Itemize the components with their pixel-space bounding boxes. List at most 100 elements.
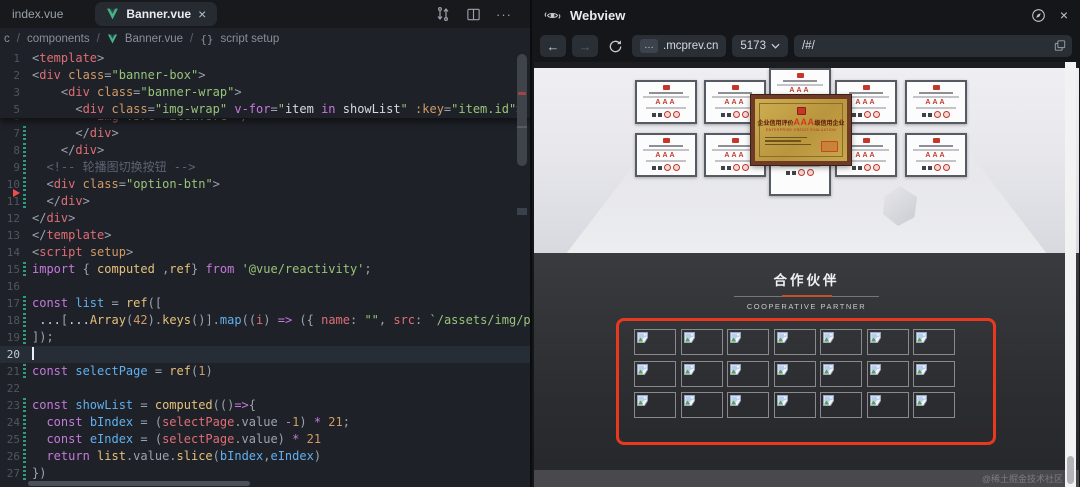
partner-logo-cell[interactable] <box>820 361 862 387</box>
plaque-title: 企业信用评价AAA级信用企业 <box>757 117 844 127</box>
line-number: 23 <box>0 397 20 414</box>
line-number: 7 <box>0 125 20 142</box>
git-modified-indicator <box>23 194 26 209</box>
page-scrollbar[interactable] <box>1065 62 1076 487</box>
partner-logo-cell[interactable] <box>913 361 955 387</box>
partner-logo-cell[interactable] <box>727 392 769 418</box>
host-chip[interactable]: … .mcprev.cn <box>632 35 726 57</box>
code-line[interactable]: 18 ...[...Array(42).keys()].map((i) => (… <box>0 312 530 329</box>
split-editor-icon[interactable] <box>466 7 481 22</box>
page-scrollbar-thumb[interactable] <box>1067 456 1074 484</box>
broken-image-icon <box>637 332 648 343</box>
port-selector[interactable]: 5173 <box>732 35 788 57</box>
webview-page: AAAAAAAAAAAAAAAAAAAAAAAAAAAAAA 企业信用评价AAA… <box>534 62 1079 487</box>
code-line[interactable]: 20 <box>0 346 530 363</box>
refresh-button[interactable] <box>604 35 626 57</box>
webview-header: Webview × <box>532 0 1080 30</box>
code-line[interactable]: 26 return list.value.slice(bIndex,eIndex… <box>0 448 530 465</box>
code-line[interactable]: 10 <div class="option-btn"> <box>0 176 530 193</box>
git-modified-indicator <box>23 160 26 175</box>
code-line[interactable]: 8 </div> <box>0 142 530 159</box>
git-modified-indicator <box>23 313 26 328</box>
close-tab-icon[interactable]: × <box>198 7 206 21</box>
more-actions-icon[interactable]: ··· <box>496 7 512 22</box>
path-input[interactable]: /#/ <box>794 35 1072 57</box>
code-line[interactable]: 24 const bIndex = (selectPage.value -1) … <box>0 414 530 431</box>
code-line[interactable]: 1<template> <box>0 50 530 67</box>
code-line[interactable]: 7 </div> <box>0 125 530 142</box>
certificate: AAA <box>635 80 697 124</box>
code-line[interactable]: 13</template> <box>0 227 530 244</box>
partner-logo-cell[interactable] <box>913 329 955 355</box>
partner-logo-cell[interactable] <box>867 329 909 355</box>
partner-logo-cell[interactable] <box>867 361 909 387</box>
line-number: 24 <box>0 414 20 431</box>
partner-logo-cell[interactable] <box>634 329 676 355</box>
copy-icon[interactable] <box>1054 39 1066 55</box>
git-modified-indicator <box>23 143 26 158</box>
partner-logo-cell[interactable] <box>681 329 723 355</box>
broken-image-icon <box>870 364 881 375</box>
broken-image-icon <box>730 395 741 406</box>
code-line[interactable]: 25 const eIndex = (selectPage.value) * 2… <box>0 431 530 448</box>
tab-banner-vue[interactable]: Banner.vue × <box>95 2 217 26</box>
overview-ruler-mark <box>517 208 527 215</box>
partner-logo-cell[interactable] <box>634 392 676 418</box>
code-line[interactable]: 14<script setup> <box>0 244 530 261</box>
back-button[interactable]: ← <box>540 35 566 57</box>
broken-image-icon <box>637 364 648 375</box>
code-line[interactable]: 22 <box>0 380 530 397</box>
line-number: 16 <box>0 278 20 295</box>
path-value: /#/ <box>802 40 815 52</box>
partner-logo-cell[interactable] <box>913 392 955 418</box>
close-webview-icon[interactable]: × <box>1060 8 1068 22</box>
line-number: 1 <box>0 50 20 67</box>
code-line[interactable]: 23const showList = computed(()=>{ <box>0 397 530 414</box>
code-line[interactable]: 11 </div> <box>0 193 530 210</box>
git-modified-indicator <box>23 177 26 192</box>
partner-logo-cell[interactable] <box>774 361 816 387</box>
webview-panel: Webview × ← → … .mcprev.cn 5173 /#/ <box>530 0 1080 487</box>
code-line[interactable]: 16 <box>0 278 530 295</box>
breadcrumb: c / components / Banner.vue / {} script … <box>0 28 530 50</box>
webview-title: Webview <box>570 8 625 23</box>
code-line[interactable]: 21const selectPage = ref(1) <box>0 363 530 380</box>
code-editor[interactable]: 1<template>2<div class="banner-box">3 <d… <box>0 50 530 487</box>
partner-logo-cell[interactable] <box>727 361 769 387</box>
forward-button[interactable]: → <box>572 35 598 57</box>
git-modified-indicator <box>23 449 26 464</box>
code-line[interactable]: 12</div> <box>0 210 530 227</box>
watermark: @稀土掘金技术社区 <box>982 472 1063 485</box>
plaque-emblem-icon <box>797 107 806 115</box>
open-changes-icon[interactable] <box>435 6 451 22</box>
code-line[interactable]: 19]); <box>0 329 530 346</box>
breadcrumb-script-setup[interactable]: script setup <box>220 33 279 45</box>
code-line[interactable]: 15import { computed ,ref} from '@vue/rea… <box>0 261 530 278</box>
breadcrumb-file[interactable]: Banner.vue <box>125 33 183 45</box>
partner-logo-cell[interactable] <box>774 329 816 355</box>
scrollbar-position-mark <box>517 126 527 128</box>
line-number: 5 <box>0 101 20 118</box>
partner-logo-cell[interactable] <box>681 361 723 387</box>
partner-logo-cell[interactable] <box>681 392 723 418</box>
code-line[interactable]: 17const list = ref([ <box>0 295 530 312</box>
partner-logo-cell[interactable] <box>820 392 862 418</box>
editor-vertical-scrollbar[interactable] <box>517 54 527 166</box>
partner-logo-cell[interactable] <box>634 361 676 387</box>
breadcrumb-src[interactable]: c <box>4 33 10 45</box>
partner-logo-cell[interactable] <box>867 392 909 418</box>
partner-logo-cell[interactable] <box>727 329 769 355</box>
code-line[interactable]: 5 <div class="img-wrap" v-for="item in s… <box>0 101 530 118</box>
code-line[interactable]: 27}) <box>0 465 530 482</box>
broken-image-icon <box>684 364 695 375</box>
code-line[interactable]: 3 <div class="banner-wrap"> <box>0 84 530 101</box>
plaque-subtitle: ENTERPRISE CREDIT EVALUATION <box>766 128 836 132</box>
tab-index-vue[interactable]: index.vue <box>0 7 75 21</box>
editor-horizontal-scrollbar[interactable] <box>28 481 250 486</box>
compass-icon[interactable] <box>1031 8 1046 23</box>
partner-logo-cell[interactable] <box>820 329 862 355</box>
code-line[interactable]: 2<div class="banner-box"> <box>0 67 530 84</box>
code-line[interactable]: 9 <!-- 轮播图切换按钮 --> <box>0 159 530 176</box>
partner-logo-cell[interactable] <box>774 392 816 418</box>
breadcrumb-components[interactable]: components <box>27 33 90 45</box>
